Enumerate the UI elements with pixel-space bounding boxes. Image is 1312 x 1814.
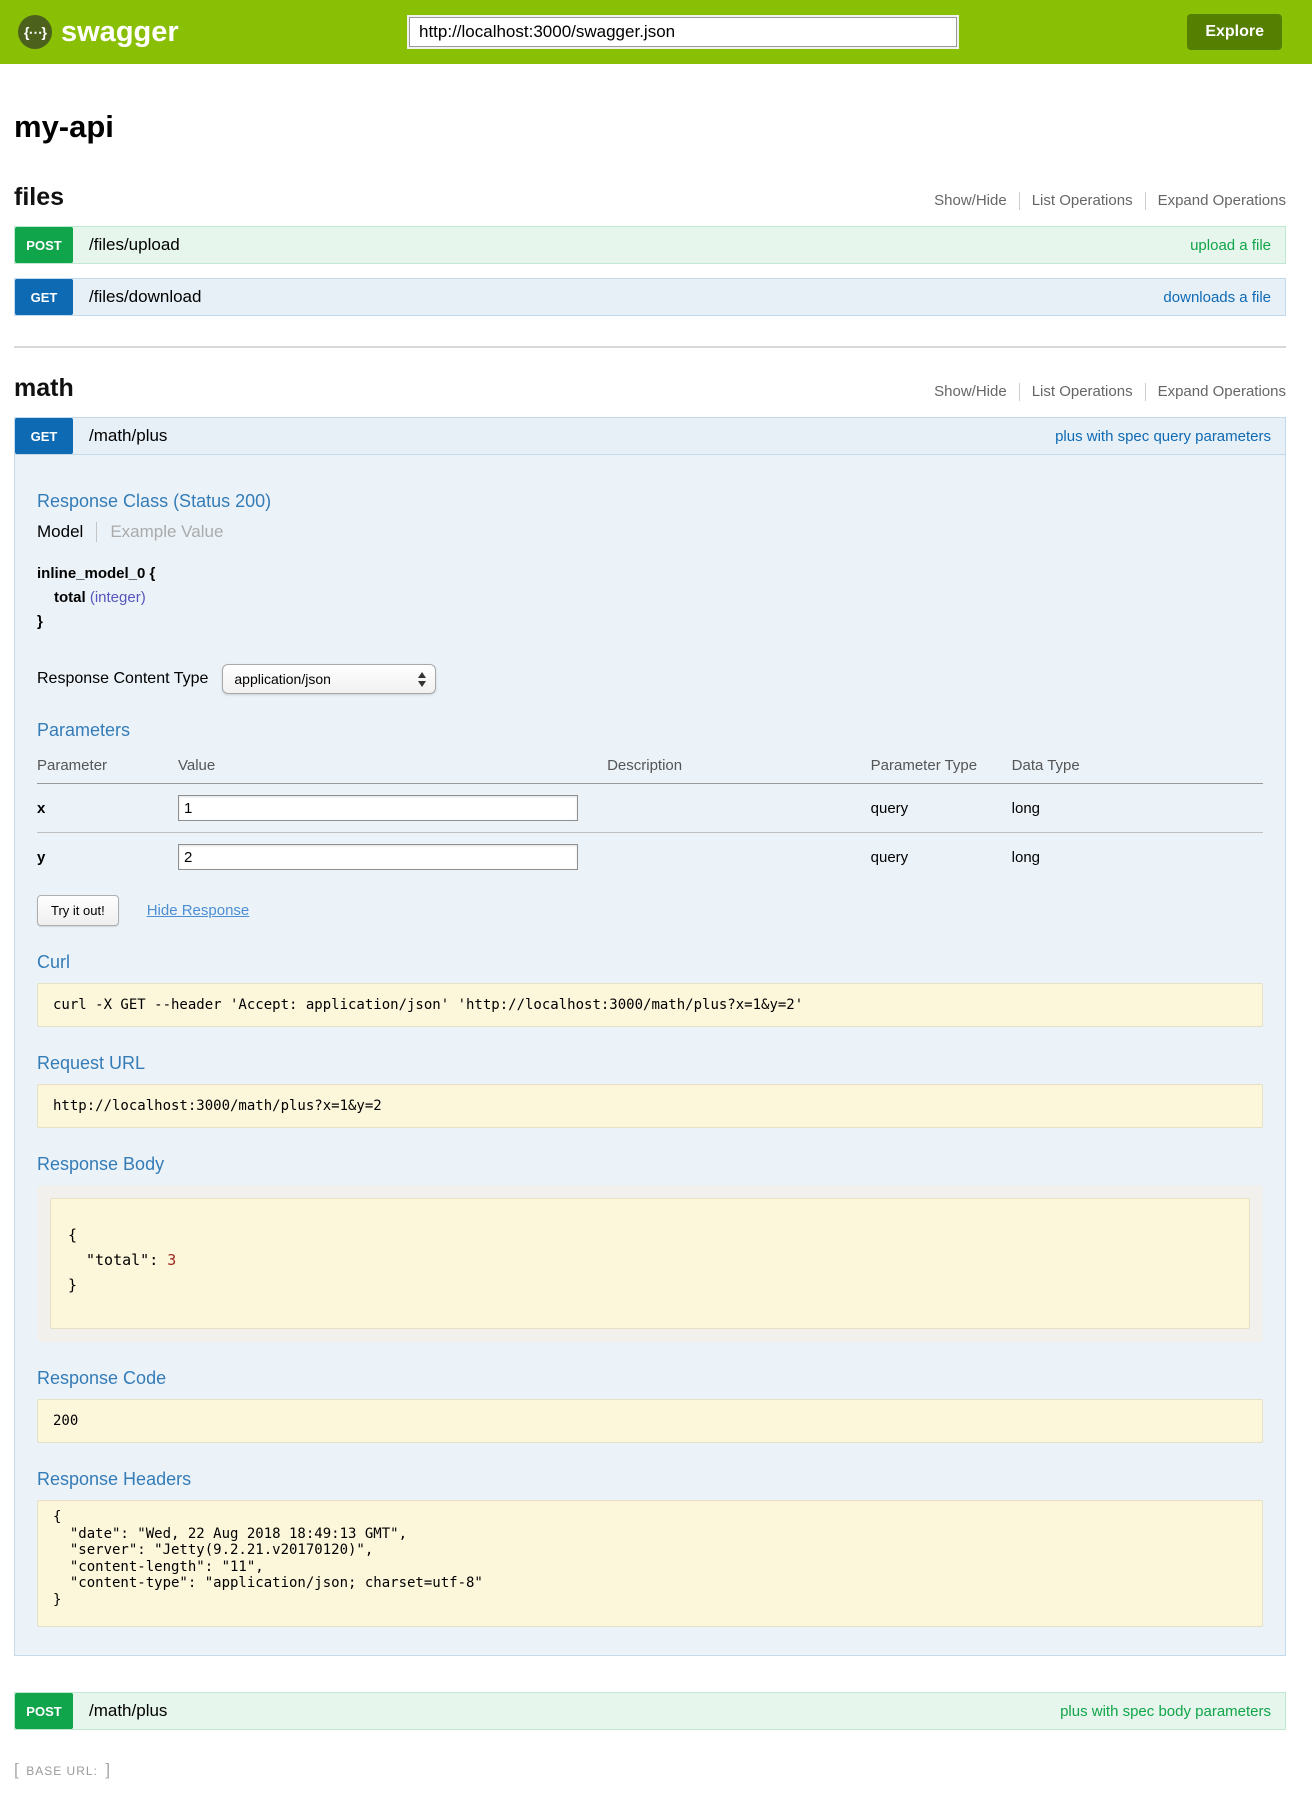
col-header-parameter: Parameter	[37, 751, 178, 784]
request-url-box: http://localhost:3000/math/plus?x=1&y=2	[37, 1084, 1263, 1128]
files-show-hide-link[interactable]: Show/Hide	[934, 192, 1007, 209]
get-method-badge: GET	[15, 279, 73, 315]
get-method-badge: GET	[15, 418, 73, 454]
math-list-operations-link[interactable]: List Operations	[1032, 383, 1133, 400]
explore-button[interactable]: Explore	[1187, 14, 1282, 50]
response-body-box: { "total": 3}	[50, 1198, 1250, 1329]
resource-title-files[interactable]: files	[14, 183, 64, 212]
col-header-value: Value	[178, 751, 607, 784]
bracket-open: [	[14, 1760, 19, 1779]
param-type: query	[871, 784, 1012, 833]
resource-divider	[14, 346, 1286, 348]
model-property-name: total	[54, 589, 86, 606]
try-it-out-button[interactable]: Try it out!	[37, 895, 119, 926]
op-path: /math/plus	[89, 1701, 167, 1721]
resource-math: math Show/Hide List Operations Expand Op…	[14, 374, 1286, 1730]
op-row-files-upload[interactable]: POST /files/upload upload a file	[14, 226, 1286, 264]
model-declaration: inline_model_0 {	[37, 562, 1263, 586]
tab-model[interactable]: Model	[37, 522, 83, 542]
hide-response-link[interactable]: Hide Response	[147, 902, 250, 919]
select-stepper-arrows-icon	[418, 672, 426, 687]
response-body-container: { "total": 3}	[37, 1185, 1263, 1342]
op-path: /files/download	[89, 287, 201, 307]
param-description	[607, 833, 871, 882]
response-headers-heading: Response Headers	[37, 1469, 1263, 1490]
parameters-heading: Parameters	[37, 720, 1263, 741]
swagger-braces-icon: {⋯}	[18, 15, 52, 49]
swagger-logo[interactable]: {⋯} swagger	[18, 15, 179, 49]
resource-files: files Show/Hide List Operations Expand O…	[14, 183, 1286, 316]
op-summary: plus with spec body parameters	[1060, 1703, 1271, 1720]
col-header-parameter-type: Parameter Type	[871, 751, 1012, 784]
response-content-type-value: application/json	[234, 671, 331, 687]
op-row-math-plus-get[interactable]: GET /math/plus plus with spec query para…	[14, 417, 1286, 455]
post-method-badge: POST	[15, 1693, 73, 1729]
math-expand-operations-link[interactable]: Expand Operations	[1158, 383, 1286, 400]
bracket-close: ]	[105, 1760, 110, 1779]
math-show-hide-link[interactable]: Show/Hide	[934, 383, 1007, 400]
response-class-heading: Response Class (Status 200)	[37, 491, 1263, 512]
tab-example-value[interactable]: Example Value	[96, 522, 223, 542]
op-path: /files/upload	[89, 235, 180, 255]
param-data-type: long	[1012, 833, 1263, 882]
json-close-brace: }	[68, 1273, 1232, 1298]
param-description	[607, 784, 871, 833]
op-block-math-plus-get: GET /math/plus plus with spec query para…	[14, 417, 1286, 1656]
brand-title: swagger	[61, 16, 179, 49]
col-header-description: Description	[607, 751, 871, 784]
response-content-type-label: Response Content Type	[37, 670, 208, 688]
param-name: x	[37, 784, 178, 833]
response-headers-json: { "date": "Wed, 22 Aug 2018 18:49:13 GMT…	[53, 1509, 1247, 1608]
response-headers-box: { "date": "Wed, 22 Aug 2018 18:49:13 GMT…	[37, 1500, 1263, 1627]
files-expand-operations-link[interactable]: Expand Operations	[1158, 192, 1286, 209]
base-url-footer: [ BASE URL: ]	[14, 1760, 1286, 1780]
json-number-value: 3	[167, 1251, 176, 1269]
param-data-type: long	[1012, 784, 1263, 833]
response-code-box: 200	[37, 1399, 1263, 1443]
response-body-heading: Response Body	[37, 1154, 1263, 1175]
param-row-y: y query long	[37, 833, 1263, 882]
op-content: Response Class (Status 200) Model Exampl…	[14, 455, 1286, 1656]
model-property-type: (integer)	[90, 589, 146, 606]
json-open-brace: {	[68, 1223, 1232, 1248]
op-row-math-plus-post[interactable]: POST /math/plus plus with spec body para…	[14, 1692, 1286, 1730]
param-y-input[interactable]	[178, 844, 578, 870]
resource-title-math[interactable]: math	[14, 374, 74, 403]
base-url-label: BASE URL:	[26, 1764, 98, 1778]
response-code-heading: Response Code	[37, 1368, 1263, 1389]
spec-url-input[interactable]	[407, 15, 959, 49]
curl-command-box: curl -X GET --header 'Accept: applicatio…	[37, 983, 1263, 1027]
response-content-type-select[interactable]: application/json	[222, 664, 436, 694]
op-row-files-download[interactable]: GET /files/download downloads a file	[14, 278, 1286, 316]
parameters-table: Parameter Value Description Parameter Ty…	[37, 751, 1263, 881]
param-x-input[interactable]	[178, 795, 578, 821]
col-header-data-type: Data Type	[1012, 751, 1263, 784]
param-row-x: x query long	[37, 784, 1263, 833]
curl-heading: Curl	[37, 952, 1263, 973]
post-method-badge: POST	[15, 227, 73, 263]
page-title: my-api	[14, 109, 1286, 145]
request-url-heading: Request URL	[37, 1053, 1263, 1074]
json-key: "total":	[86, 1251, 158, 1269]
param-name: y	[37, 833, 178, 882]
param-type: query	[871, 833, 1012, 882]
op-summary: downloads a file	[1163, 289, 1271, 306]
model-tabs: Model Example Value	[37, 522, 1263, 542]
op-path: /math/plus	[89, 426, 167, 446]
op-summary: plus with spec query parameters	[1055, 428, 1271, 445]
model-signature: inline_model_0 { total (integer) }	[37, 562, 1263, 634]
op-summary: upload a file	[1190, 237, 1271, 254]
model-closing-brace: }	[37, 610, 1263, 634]
files-list-operations-link[interactable]: List Operations	[1032, 192, 1133, 209]
top-bar: {⋯} swagger Explore	[0, 0, 1312, 64]
